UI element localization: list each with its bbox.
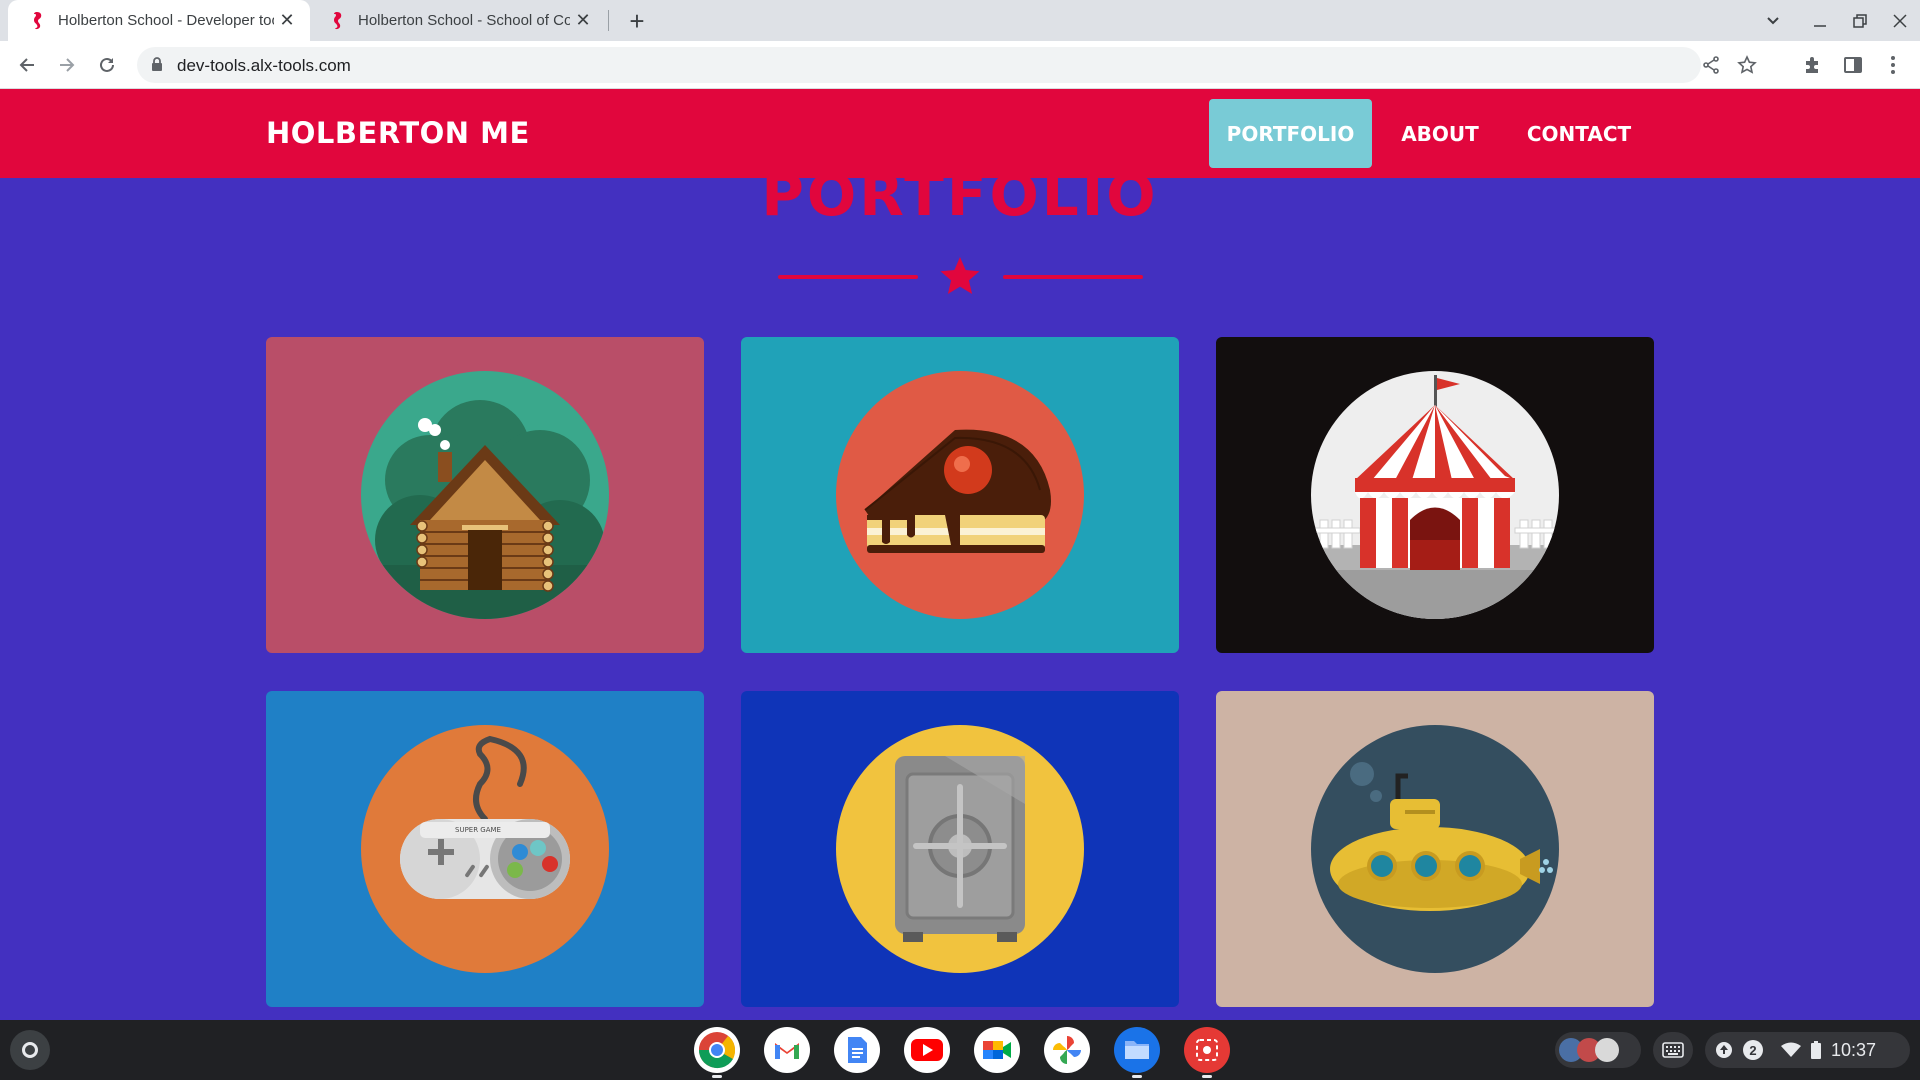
- launcher-button[interactable]: [10, 1030, 50, 1070]
- circus-tent-icon: [1311, 371, 1559, 619]
- status-tray[interactable]: 2 10:37: [1705, 1032, 1910, 1068]
- gmail-icon[interactable]: [764, 1027, 810, 1073]
- portfolio-item-cake[interactable]: [741, 337, 1179, 653]
- nav-link-contact[interactable]: CONTACT: [1514, 99, 1644, 168]
- tab-search-chevron-icon[interactable]: [1758, 8, 1788, 34]
- close-tab-icon[interactable]: ✕: [274, 8, 300, 34]
- browser-toolbar: dev-tools.alx-tools.com: [0, 41, 1920, 89]
- divider-line-right: [1003, 275, 1143, 279]
- forward-arrow-icon[interactable]: [51, 49, 83, 81]
- side-panel-icon[interactable]: [1839, 51, 1867, 79]
- back-arrow-icon[interactable]: [11, 49, 43, 81]
- upload-icon: [1716, 1042, 1732, 1058]
- files-icon[interactable]: [1114, 1027, 1160, 1078]
- portfolio-item-game-controller[interactable]: SUPER GAME: [266, 691, 704, 1007]
- share-icon[interactable]: [1699, 53, 1723, 77]
- game-controller-icon: SUPER GAME: [361, 725, 609, 973]
- close-window-icon[interactable]: [1885, 8, 1915, 34]
- holding-space-thumbnails[interactable]: [1555, 1032, 1641, 1068]
- screen-recorder-icon[interactable]: [1184, 1027, 1230, 1078]
- svg-text:SUPER GAME: SUPER GAME: [455, 826, 501, 834]
- safe-icon: [836, 725, 1084, 973]
- browser-tab-1[interactable]: Holberton School - Developer tools ✕: [8, 0, 310, 41]
- browser-tab-2[interactable]: Holberton School - School of Computer Sc…: [308, 0, 606, 41]
- seahorse-favicon-icon: [330, 11, 344, 31]
- address-bar[interactable]: dev-tools.alx-tools.com: [137, 47, 1757, 83]
- divider-line-left: [778, 275, 918, 279]
- url-text: dev-tools.alx-tools.com: [177, 56, 351, 75]
- portfolio-item-cabin[interactable]: [266, 337, 704, 653]
- lock-icon: [151, 57, 163, 77]
- keyboard-icon[interactable]: [1653, 1032, 1693, 1068]
- close-tab-icon[interactable]: ✕: [570, 8, 596, 34]
- site-brand[interactable]: HOLBERTON ME: [266, 116, 530, 150]
- seahorse-favicon-icon: [30, 11, 44, 31]
- portfolio-item-submarine[interactable]: [1216, 691, 1654, 1007]
- reload-icon[interactable]: [91, 49, 123, 81]
- notification-count-badge: 2: [1743, 1040, 1763, 1060]
- bookmark-star-icon[interactable]: [1735, 53, 1759, 77]
- nav-link-portfolio[interactable]: PORTFOLIO: [1209, 99, 1372, 168]
- clock-time: 10:37: [1831, 1039, 1877, 1060]
- tab-separator: [608, 10, 609, 31]
- cabin-icon: [361, 371, 609, 619]
- photos-icon[interactable]: [1044, 1027, 1090, 1073]
- os-shelf: 2 10:37: [0, 1020, 1920, 1080]
- tab-strip: Holberton School - Developer tools ✕ Hol…: [0, 0, 1920, 41]
- submarine-icon: [1311, 725, 1559, 973]
- menu-kebab-icon[interactable]: [1879, 51, 1907, 79]
- web-page: PORTFOLIO HOLBERTON ME PORTFOLIO ABOUT C…: [0, 89, 1920, 1020]
- nav-link-about[interactable]: ABOUT: [1384, 99, 1496, 168]
- star-icon: [940, 257, 980, 294]
- tab-title: Holberton School - Developer tools: [58, 12, 274, 29]
- restore-window-icon[interactable]: [1845, 8, 1875, 34]
- portfolio-item-circus[interactable]: [1216, 337, 1654, 653]
- chrome-icon[interactable]: [694, 1027, 740, 1078]
- youtube-icon[interactable]: [904, 1027, 950, 1073]
- cake-icon: [836, 371, 1084, 619]
- tab-title: Holberton School - School of Computer Sc…: [358, 12, 570, 29]
- new-tab-button[interactable]: +: [622, 6, 652, 36]
- minimize-window-icon[interactable]: [1805, 8, 1835, 34]
- meet-icon[interactable]: [974, 1027, 1020, 1073]
- docs-icon[interactable]: [834, 1027, 880, 1073]
- battery-icon: [1811, 1041, 1821, 1059]
- wifi-icon: [1781, 1042, 1801, 1057]
- extensions-puzzle-icon[interactable]: [1799, 51, 1827, 79]
- site-navbar: HOLBERTON ME PORTFOLIO ABOUT CONTACT: [0, 89, 1920, 178]
- portfolio-item-safe[interactable]: [741, 691, 1179, 1007]
